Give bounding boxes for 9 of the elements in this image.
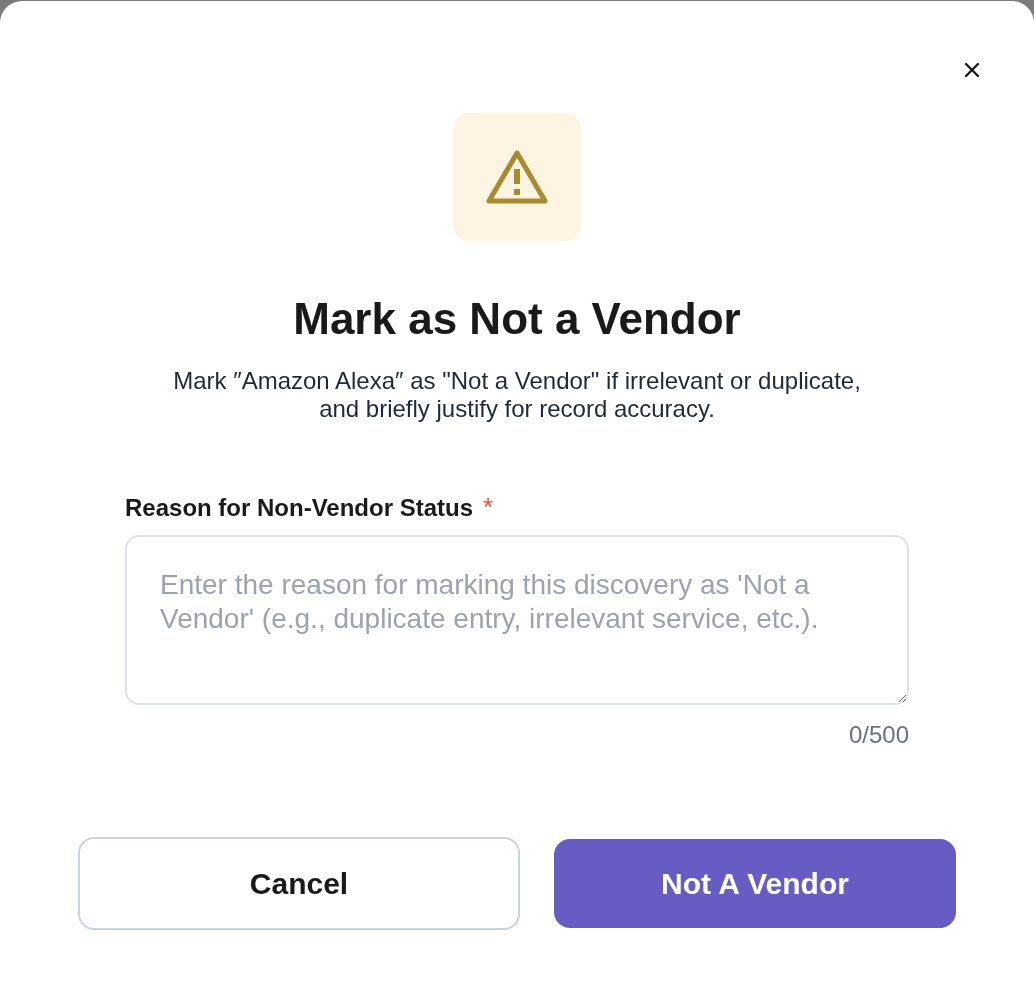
character-counter: 0/500 bbox=[848, 721, 909, 749]
field-label: Reason for Non-Vendor Status bbox=[125, 493, 474, 523]
dialog-title: Mark as Not a Vendor bbox=[293, 293, 741, 345]
required-mark: * bbox=[483, 494, 494, 520]
confirm-button[interactable]: Not A Vendor bbox=[554, 839, 956, 928]
dialog-description: Mark ″Amazon Alexa″ as "Not a Vendor" if irrelevant or duplicate, and briefly justify for record accuracy. bbox=[172, 367, 862, 423]
reason-field[interactable]: Enter the reason for marking this discovery as 'Not a Vendor' (e.g., duplicate entry, irrelevant service, etc.). bbox=[125, 535, 909, 705]
warning-icon bbox=[453, 113, 581, 241]
cancel-button[interactable]: Cancel bbox=[78, 837, 520, 930]
